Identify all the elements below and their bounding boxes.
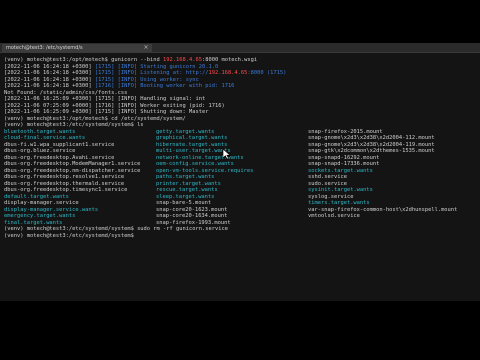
terminal-text-segment: Not Found: /static/admin/css/fonts.css bbox=[4, 89, 128, 96]
terminal-text-segment: 192.168.4.65 bbox=[208, 70, 248, 76]
terminal-text-segment: (venv) motech@test3:/etc/systemd/system$… bbox=[4, 226, 228, 232]
terminal-text-segment: [1716] [INFO] Worker exiting (pid: 1716) bbox=[94, 102, 225, 109]
terminal-text-segment: [2022-11-06 16:24:18 +0300] bbox=[4, 63, 95, 70]
terminal-window: motech@test3: /etc/systemd/s × (venv) mo… bbox=[0, 43, 480, 301]
terminal-text-segment: (venv) motech@test3:/opt/motech$ gunicor… bbox=[4, 57, 164, 63]
terminal-text-segment: [1715] [INFO] Listening at: http:// bbox=[94, 70, 209, 76]
terminal-text-segment: [1715] [INFO] Shutting down: Master bbox=[94, 109, 209, 115]
screen: motech@test3: /etc/systemd/s × (venv) mo… bbox=[0, 0, 480, 360]
terminal-text-segment: [2022-11-06 16:24:18 +0300] bbox=[4, 70, 95, 76]
terminal-text-segment: [1716] [INFO] Booting worker with pid: 1… bbox=[94, 83, 235, 89]
terminal-text-segment: [2022-11-06 07:25:09 +0000] bbox=[4, 102, 95, 109]
terminal-text-segment: :8000 (1715) bbox=[247, 70, 287, 76]
terminal-text-segment: [2022-11-06 16:24:18 +0300] bbox=[4, 76, 95, 83]
mouse-pointer-icon bbox=[222, 148, 231, 160]
terminal-tab[interactable]: motech@test3: /etc/systemd/s bbox=[2, 44, 152, 52]
terminal-text-segment: [2022-11-06 16:24:18 +0300] bbox=[4, 83, 95, 89]
terminal-text-segment: [1715] [INFO] Starting gunicorn 20.1.0 bbox=[94, 63, 219, 70]
ls-output-row: final.target.wants snap-firefox-1993.moun… bbox=[4, 220, 476, 227]
tab-bar: motech@test3: /etc/systemd/s × bbox=[0, 43, 480, 53]
terminal-text-segment: (venv) motech@test3:/opt/motech$ cd /etc… bbox=[4, 115, 186, 122]
terminal-output[interactable]: (venv) motech@test3:/opt/motech$ gunicor… bbox=[4, 57, 476, 297]
terminal-tab-title: motech@test3: /etc/systemd/s bbox=[6, 45, 83, 51]
terminal-text-segment: 192.168.4.65 bbox=[163, 57, 202, 63]
ls-entry: snap-firefox-1993.mount bbox=[156, 219, 231, 226]
terminal-text-segment: [2022-11-06 16:25:09 +0300] bbox=[4, 96, 95, 102]
ls-entry: final.target.wants bbox=[4, 219, 63, 226]
terminal-text-segment: :8000 motech.wsgi bbox=[201, 57, 258, 63]
terminal-text-segment: [1715] [INFO] Handling signal: int bbox=[94, 96, 206, 102]
terminal-text-segment: (venv) motech@test3:/etc/systemd/system$… bbox=[4, 122, 144, 128]
terminal-text-segment: (venv) motech@test3:/etc/systemd/system$ bbox=[4, 232, 138, 239]
terminal-line: (venv) motech@test3:/etc/systemd/system$ bbox=[4, 233, 476, 240]
tab-close-icon[interactable]: × bbox=[142, 44, 150, 52]
terminal-text-segment: [2022-11-06 16:25:09 +0300] bbox=[4, 109, 95, 115]
terminal-text-segment: [1715] [INFO] Using worker: sync bbox=[94, 76, 199, 83]
